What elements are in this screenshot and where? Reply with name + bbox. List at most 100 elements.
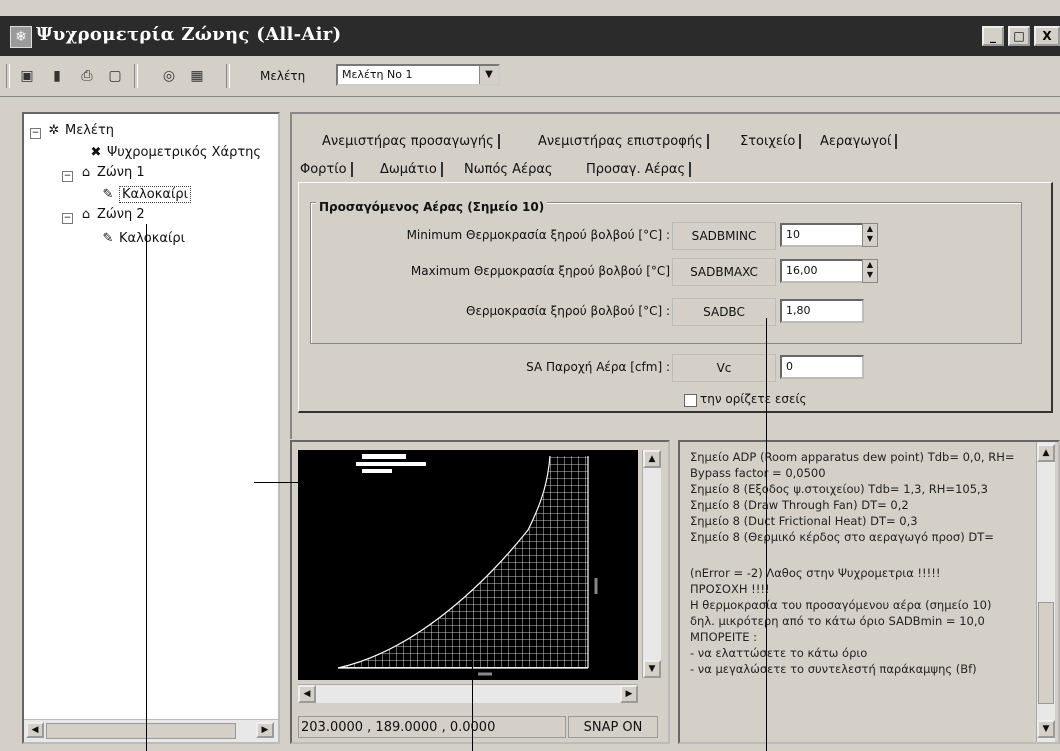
- message-line: Σημείο 8 (Draw Through Fan) DT= 0,2: [690, 498, 909, 512]
- window-title: Ψυχρομετρία Ζώνης (All-Air): [36, 24, 342, 45]
- min-dry-bulb-spinner[interactable]: ▲ ▼: [862, 223, 878, 247]
- toolbar-separator: [6, 64, 10, 88]
- book-icon[interactable]: ▮: [48, 67, 66, 85]
- tab-load[interactable]: Φορτίο: [300, 162, 353, 177]
- grid-icon[interactable]: ▦: [188, 67, 206, 85]
- chart-icon: ✖: [90, 145, 102, 160]
- toolbar-separator: [226, 64, 230, 88]
- tab-fresh-air[interactable]: Νωπός Αέρας: [464, 162, 557, 177]
- toolbar: ▣ ▮ ⎙ ▢ ◎ ▦ Μελέτη Μελέτη Νο 1 ▼: [0, 58, 1060, 97]
- scroll-right-icon[interactable]: ▶: [620, 685, 638, 703]
- tree-item-label: Ζώνη 1: [97, 165, 145, 180]
- max-dry-bulb-spinner[interactable]: ▲ ▼: [862, 259, 878, 283]
- project-tree[interactable]: − ✲ Μελέτη ✖ Ψυχρομετρικός Χάρτης − ⌂ Ζώνη …: [22, 112, 280, 744]
- leaf-icon: ✎: [102, 231, 114, 246]
- collapse-icon[interactable]: −: [62, 213, 73, 224]
- scroll-thumb[interactable]: [46, 723, 236, 739]
- max-dry-bulb-code: SADBMAXC: [672, 258, 776, 286]
- tree-item-study[interactable]: ✲ Μελέτη: [46, 123, 114, 138]
- tree-item-label: Καλοκαίρι: [119, 231, 186, 246]
- message-line: Σημείο 8 (Εξοδος ψ.στοιχείου) Tdb= 1,3, …: [690, 482, 988, 496]
- message-vertical-scrollbar[interactable]: ▲ ▼: [1036, 442, 1055, 742]
- sa-flow-label: SA Παροχή Αέρα [cfm] :: [526, 360, 670, 374]
- message-log: Σημείο ADP (Room apparatus dew point) Td…: [678, 440, 1060, 744]
- dry-bulb-label: Θερμοκρασία ξηρού βολβού [°C] :: [466, 304, 670, 318]
- leaf-icon: ✎: [102, 187, 114, 202]
- user-defined-checkbox[interactable]: [684, 394, 697, 407]
- scroll-up-icon[interactable]: ▲: [1037, 444, 1055, 462]
- max-dry-bulb-input[interactable]: 16,00: [780, 259, 864, 283]
- message-line: Η θερμοκρασία του προσαγόμενου αέρα (σημ…: [690, 598, 992, 612]
- snap-status[interactable]: SNAP ON: [568, 716, 658, 738]
- tree-item-label: Μελέτη: [65, 123, 115, 138]
- annotation-line: [472, 660, 473, 751]
- annotation-line: [146, 224, 147, 751]
- message-line: (nError = -2) Λαθος στην Ψυχρομετρια !!!…: [690, 566, 941, 580]
- annotation-line: [766, 318, 767, 751]
- scroll-thumb[interactable]: [1038, 602, 1054, 704]
- toolbar-separator: [134, 64, 138, 88]
- tree-item-label: Ψυχρομετρικός Χάρτης: [107, 145, 262, 160]
- print-icon[interactable]: ⎙: [78, 67, 96, 85]
- collapse-icon[interactable]: −: [62, 171, 73, 182]
- scroll-left-icon[interactable]: ◀: [26, 722, 44, 738]
- maximize-button[interactable]: □: [1008, 26, 1030, 46]
- min-dry-bulb-label: Minimum Θερμοκρασία ξηρού βολβού [°C] :: [406, 228, 670, 242]
- tree-item-zone-1-summer[interactable]: ✎ Καλοκαίρι: [100, 186, 192, 203]
- message-line: Σημείο ADP (Room apparatus dew point) Td…: [690, 450, 1015, 464]
- scroll-right-icon[interactable]: ▶: [256, 722, 274, 738]
- message-line: Σημείο 8 (Θερμικό κέρδος στο αεραγωγό πρ…: [690, 530, 994, 544]
- properties-panel: Ανεμιστήρας προσαγωγής Ανεμιστήρας επιστ…: [290, 112, 1060, 439]
- tree-item-zone-2-summer[interactable]: ✎ Καλοκαίρι: [100, 231, 185, 246]
- chevron-down-icon[interactable]: ▼: [479, 66, 498, 84]
- tree-item-label: Ζώνη 2: [97, 207, 145, 222]
- scroll-down-icon[interactable]: ▼: [643, 660, 661, 678]
- min-dry-bulb-input[interactable]: 10: [780, 223, 864, 247]
- close-button[interactable]: X: [1034, 26, 1060, 46]
- message-line: - να ελαττώσετε το κάτω όριο: [690, 646, 868, 660]
- chart-vertical-scrollbar[interactable]: ▲ ▼: [642, 450, 661, 678]
- house-icon: ⌂: [81, 165, 91, 180]
- message-line: ΜΠΟΡΕΙΤΕ :: [690, 630, 758, 644]
- chart-pane: ▲ ▼ ◀ ▶ 203.0000 , 189.0000 , 0.0000 SNA…: [290, 440, 670, 744]
- message-line: - να μεγαλώσετε το συντελεστή παράκαμψης…: [690, 662, 977, 676]
- annotation-line: [254, 482, 298, 483]
- scroll-down-icon[interactable]: ▼: [1037, 720, 1055, 738]
- sa-flow-input[interactable]: 0: [780, 355, 864, 379]
- title-bar[interactable]: ❄ Ψυχρομετρία Ζώνης (All-Air) _ □ X: [0, 16, 1060, 56]
- chart-horizontal-scrollbar[interactable]: ◀ ▶: [298, 684, 638, 703]
- min-dry-bulb-code: SADBMINC: [672, 222, 776, 250]
- message-line: Σημείο 8 (Duct Frictional Heat) DT= 0,3: [690, 514, 918, 528]
- minimize-button[interactable]: _: [982, 26, 1004, 46]
- save-icon[interactable]: ▣: [18, 67, 36, 85]
- tree-horizontal-scrollbar[interactable]: ◀ ▶: [24, 719, 278, 742]
- message-line: ΠΡΟΣΟΧΗ !!!!: [690, 582, 770, 596]
- scroll-left-icon[interactable]: ◀: [298, 685, 316, 703]
- tab-supply-air[interactable]: Προσαγ. Αέρας: [586, 162, 692, 177]
- supply-air-group-title: Προσαγόμενος Αέρας (Σημείο 10): [316, 200, 548, 214]
- message-line: δηλ. μικρότερη από το κάτω όριο SADBmin …: [690, 614, 985, 628]
- dry-bulb-code: SADBC: [672, 298, 776, 326]
- message-line: Bypass factor = 0,0500: [690, 466, 826, 480]
- study-select[interactable]: Μελέτη Νο 1 ▼: [336, 64, 500, 86]
- gear-icon: ✲: [48, 123, 60, 138]
- collapse-icon[interactable]: −: [30, 128, 41, 139]
- psychrometric-chart[interactable]: [298, 450, 638, 680]
- study-label: Μελέτη: [260, 69, 306, 83]
- tab-ducts[interactable]: Αεραγωγοί: [820, 134, 898, 149]
- dry-bulb-input[interactable]: 1,80: [780, 299, 864, 323]
- tab-room[interactable]: Δωμάτιο: [380, 162, 443, 177]
- tree-item-zone-1[interactable]: ⌂ Ζώνη 1: [78, 165, 145, 180]
- study-select-value: Μελέτη Νο 1: [342, 68, 413, 81]
- scroll-up-icon[interactable]: ▲: [643, 450, 661, 468]
- psychrometric-chart-graphic: [337, 454, 598, 676]
- sa-flow-code: Vc: [672, 354, 776, 382]
- page-icon[interactable]: ▢: [106, 67, 124, 85]
- user-defined-label: την ορίζετε εσείς: [700, 392, 807, 406]
- tree-item-chart[interactable]: ✖ Ψυχρομετρικός Χάρτης: [88, 145, 262, 160]
- tab-coil[interactable]: Στοιχείο: [740, 134, 802, 149]
- tree-item-zone-2[interactable]: ⌂ Ζώνη 2: [78, 207, 145, 222]
- tab-return-fan[interactable]: Ανεμιστήρας επιστροφής: [538, 134, 709, 149]
- tab-supply-fan[interactable]: Ανεμιστήρας προσαγωγής: [322, 134, 500, 149]
- disc-icon[interactable]: ◎: [160, 67, 178, 85]
